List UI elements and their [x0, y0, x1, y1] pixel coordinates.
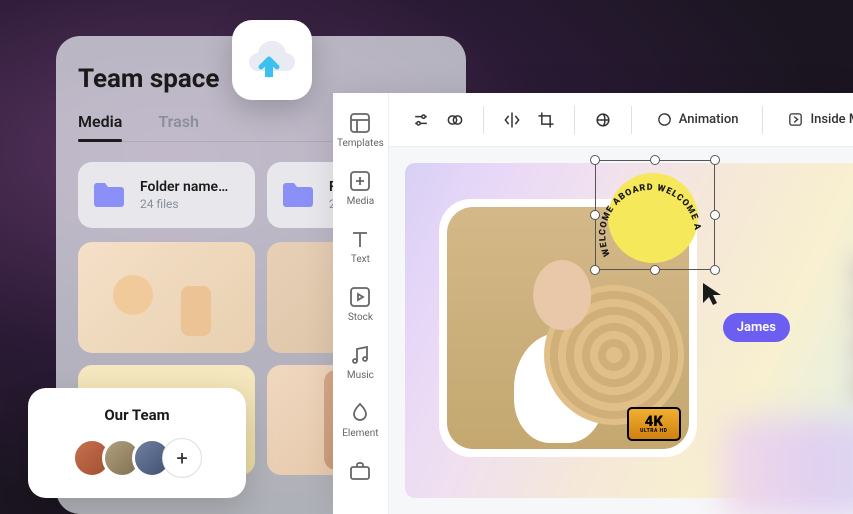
- flip-button[interactable]: [502, 110, 522, 130]
- collaborator-cursor: [701, 281, 723, 311]
- animation-button[interactable]: Animation: [642, 103, 753, 136]
- editor-left-nav: Templates Media Text Stock Music Element: [333, 93, 389, 514]
- our-team-card: Our Team +: [28, 388, 246, 498]
- crop-icon: [536, 110, 556, 130]
- nav-music[interactable]: Music: [333, 333, 388, 391]
- editor-main: Animation Inside Motion 4K: [389, 93, 853, 514]
- tab-trash[interactable]: Trash: [158, 112, 199, 141]
- effects-icon: [593, 110, 613, 130]
- editor-toolbar: Animation Inside Motion: [389, 93, 853, 147]
- effects-button[interactable]: [593, 110, 613, 130]
- inside-motion-button[interactable]: Inside Motion: [773, 103, 853, 136]
- cursor-icon: [701, 281, 723, 307]
- templates-icon: [348, 111, 372, 135]
- filter-button[interactable]: [445, 110, 465, 130]
- editor-window: Templates Media Text Stock Music Element: [333, 93, 853, 514]
- crop-button[interactable]: [536, 110, 556, 130]
- folder-count: 24 files: [140, 197, 228, 211]
- media-thumbnail[interactable]: [78, 242, 255, 353]
- adjust-button[interactable]: [411, 110, 431, 130]
- folder-card[interactable]: Folder name… 24 files: [78, 162, 255, 228]
- nav-text[interactable]: Text: [333, 217, 388, 275]
- cloud-upload-icon: [246, 37, 298, 83]
- folder-icon: [279, 176, 317, 214]
- text-icon: [348, 227, 372, 251]
- canvas-area: 4K ULTRA HD: [389, 147, 853, 514]
- sliders-icon: [411, 110, 431, 130]
- venn-icon: [445, 110, 465, 130]
- nav-more[interactable]: [333, 449, 388, 493]
- folder-name: Folder name…: [140, 179, 228, 195]
- flip-icon: [502, 110, 522, 130]
- blurred-bottom-preview: [722, 418, 853, 514]
- folder-icon: [90, 176, 128, 214]
- nav-stock[interactable]: Stock: [333, 275, 388, 333]
- nav-media[interactable]: Media: [333, 159, 388, 217]
- cloud-upload-badge: [232, 20, 312, 100]
- nav-element[interactable]: Element: [333, 391, 388, 449]
- stock-icon: [348, 285, 372, 309]
- selection-box[interactable]: WELCOME ABOARD WELCOME ABOARD: [595, 160, 715, 270]
- nav-templates[interactable]: Templates: [333, 101, 388, 159]
- motion-icon: [787, 111, 804, 128]
- avatar-stack: +: [48, 438, 226, 478]
- our-team-title: Our Team: [48, 406, 226, 424]
- briefcase-icon: [348, 459, 372, 483]
- canvas[interactable]: 4K ULTRA HD: [405, 163, 853, 498]
- media-add-icon: [348, 169, 372, 193]
- add-member-button[interactable]: +: [162, 438, 202, 478]
- element-icon: [348, 401, 372, 425]
- curved-text-element[interactable]: WELCOME ABOARD WELCOME ABOARD: [595, 160, 715, 270]
- tab-media[interactable]: Media: [78, 112, 122, 141]
- collaborator-label: James: [723, 313, 790, 342]
- music-icon: [348, 343, 372, 367]
- animation-icon: [656, 111, 673, 128]
- 4k-badge: 4K ULTRA HD: [627, 407, 681, 441]
